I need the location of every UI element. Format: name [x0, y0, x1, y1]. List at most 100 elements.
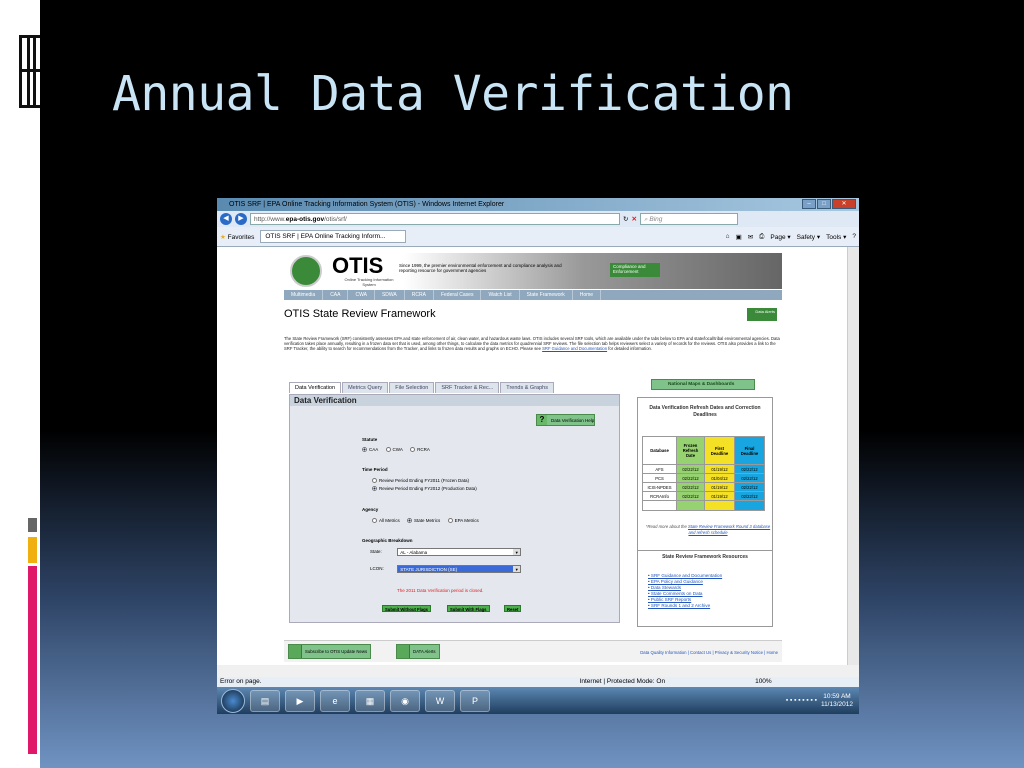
otis-logo-sub: Online Tracking Information System	[344, 277, 394, 287]
nav-item[interactable]: RCRA	[405, 290, 434, 300]
newsletter-icon	[289, 645, 302, 658]
print-icon[interactable]: ⎙	[759, 233, 764, 241]
geo-label: Geographic Breakdown	[362, 538, 413, 543]
status-zone: Internet | Protected Mode: On	[579, 678, 666, 685]
status-error[interactable]: Error on page.	[220, 677, 262, 687]
schedule-link[interactable]: State Review Framework Round 3 database …	[688, 524, 770, 535]
nav-item[interactable]: CWA	[348, 290, 375, 300]
data-alerts-button[interactable]: Data Alerts	[747, 308, 777, 321]
page-title: OTIS State Review Framework	[284, 308, 436, 320]
resources-list: SRF Guidance and Documentation EPA Polic…	[648, 573, 722, 609]
chevron-down-icon: ▼	[513, 566, 521, 572]
app-icon[interactable]: ◉	[390, 689, 420, 712]
url-field[interactable]: http://www.epa-otis.gov/otis/srf/	[250, 213, 620, 225]
warning-icon	[397, 645, 410, 658]
mail-icon[interactable]: ✉	[748, 233, 753, 241]
close-icon[interactable]: ✕	[832, 199, 856, 209]
subscribe-button[interactable]: Subscribe to OTIS Update News	[288, 644, 372, 659]
radio-rcra[interactable]: RCRA	[410, 447, 430, 452]
radio-all-metrics[interactable]: All Metrics	[372, 518, 400, 523]
minimize-icon[interactable]: –	[802, 199, 816, 209]
chevron-down-icon: ▼	[513, 549, 521, 555]
submit-with-flags-button[interactable]: Submit With Flags	[447, 605, 490, 612]
table-row: ICIS-NPDES 02/22/12 01/19/12 02/22/12	[642, 482, 765, 492]
radio-fy2011[interactable]: Review Period Ending FY2011 (Frozen Data…	[372, 478, 469, 483]
powerpoint-icon[interactable]: P	[460, 689, 490, 712]
accent-bar-gray	[28, 518, 37, 532]
data-alerts-footer-button[interactable]: DATA Alerts	[396, 644, 440, 659]
clock[interactable]: 10:59 AM 11/13/2012	[821, 693, 853, 709]
page-scrollbar[interactable]	[847, 247, 859, 665]
nav-item[interactable]: SDWA	[375, 290, 405, 300]
compliance-button[interactable]: Compliance and Enforcement	[610, 263, 660, 277]
browser-screenshot: OTIS SRF | EPA Online Tracking Informati…	[217, 198, 859, 714]
page-menu[interactable]: Page ▾	[770, 233, 790, 241]
tab-data-verification[interactable]: Data Verification	[289, 382, 342, 393]
footer-links[interactable]: Data Quality Information | Contact Us | …	[640, 650, 778, 655]
radio-epa-metrics[interactable]: EPA Metrics	[447, 518, 479, 523]
otis-tagline: Since 1999, the premier environmental en…	[399, 263, 562, 273]
lcon-label: LCON:	[370, 566, 384, 572]
word-icon[interactable]: W	[425, 689, 455, 712]
maximize-icon[interactable]: □	[817, 199, 831, 209]
tab-metrics-query[interactable]: Metrics Query	[342, 382, 389, 393]
resources-title: State Review Framework Resources	[662, 554, 748, 560]
forward-icon[interactable]: ▶	[235, 213, 247, 225]
nav-item[interactable]: CAA	[323, 290, 349, 300]
resources-box: State Review Framework Resources SRF Gui…	[637, 550, 773, 627]
data-verification-panel: Data Verification ? Data Verification Hel…	[289, 394, 620, 623]
nav-item[interactable]: Watch List	[481, 290, 520, 300]
accent-bar-gold	[28, 537, 37, 563]
start-button[interactable]	[221, 688, 245, 713]
nav-item[interactable]: State Framework	[520, 290, 573, 300]
submit-without-flags-button[interactable]: Submit Without Flags	[382, 605, 431, 612]
nav-item[interactable]: Federal Cases	[434, 290, 482, 300]
explorer-icon[interactable]: ▤	[250, 689, 280, 712]
nav-item[interactable]: Multimedia	[284, 290, 324, 300]
otis-logo[interactable]: OTIS	[332, 253, 383, 279]
refresh-icon[interactable]: ↻	[623, 215, 628, 223]
site-nav: Multimedia CAA CWA SDWA RCRA Federal Cas…	[284, 290, 782, 300]
radio-cwa[interactable]: CWA	[385, 447, 403, 452]
home-icon[interactable]: ⌂	[726, 233, 730, 241]
feeds-icon[interactable]: ▣	[736, 233, 742, 241]
tab-file-selection[interactable]: File Selection	[389, 382, 435, 393]
help-icon[interactable]: ?	[852, 233, 856, 241]
zoom-level[interactable]: 100%	[755, 677, 772, 687]
safety-menu[interactable]: Safety ▾	[797, 233, 821, 241]
panel-heading: Data Verification	[290, 395, 619, 406]
favorites-button[interactable]: ★ Favorites	[220, 233, 254, 241]
internet-explorer-icon[interactable]: e	[320, 689, 350, 712]
tab-srf-tracker[interactable]: SRF Tracker & Rec...	[435, 382, 500, 393]
browser-tab[interactable]: OTIS SRF | EPA Online Tracking Inform...	[260, 230, 407, 243]
resource-link[interactable]: SRF Rounds 1 and 2 Archive	[648, 603, 722, 609]
stop-icon[interactable]: ✕	[631, 215, 636, 223]
radio-caa[interactable]: CAA	[362, 447, 378, 452]
table-header: Frozen Refresh Date	[676, 436, 705, 465]
tools-menu[interactable]: Tools ▾	[826, 233, 846, 241]
closed-message: The 2011 Data Verification period is clo…	[397, 588, 484, 593]
calculator-icon[interactable]: ▦	[355, 689, 385, 712]
help-button[interactable]: ? Data Verification Help	[536, 414, 596, 426]
radio-state-metrics[interactable]: State Metrics	[407, 518, 440, 523]
state-select[interactable]: AL - Alabama ▼	[397, 548, 522, 556]
intro-link[interactable]: SRF Guidance and Documentation	[542, 346, 607, 351]
tab-trends-graphs[interactable]: Trends & Graphs	[500, 382, 554, 393]
taskbar: ▤ ▶ e ▦ ◉ W P ▪ ▪ ▪ ▪ ▪ ▪ ▪ ▪ 10:59 AM 1…	[217, 687, 859, 714]
tool-tabs: Data Verification Metrics Query File Sel…	[289, 382, 555, 393]
back-icon[interactable]: ◀	[220, 213, 232, 225]
epa-seal-icon	[290, 255, 322, 287]
search-input[interactable]: ⌕ Bing	[639, 213, 738, 225]
page-footer: Subscribe to OTIS Update News DATA Alert…	[284, 640, 782, 662]
lcon-select[interactable]: STATE JURISDICTION (SE) ▼	[397, 565, 522, 573]
tray-icons[interactable]: ▪ ▪ ▪ ▪ ▪ ▪ ▪ ▪	[786, 697, 817, 704]
radio-fy2012[interactable]: Review Period Ending FY2012 (Production …	[372, 486, 477, 491]
otis-header: OTIS Online Tracking Information System …	[284, 253, 782, 289]
nav-item[interactable]: Home	[573, 290, 602, 300]
reset-button[interactable]: Reset	[504, 605, 522, 612]
deadlines-table: Database Frozen Refresh Date First Deadl…	[642, 436, 765, 511]
table-row: AFS 02/22/12 01/19/12 02/22/12	[642, 464, 765, 474]
media-player-icon[interactable]: ▶	[285, 689, 315, 712]
maps-dashboards-button[interactable]: National Maps & Dashboards	[651, 379, 755, 390]
status-bar: Error on page. Internet | Protected Mode…	[217, 677, 859, 687]
